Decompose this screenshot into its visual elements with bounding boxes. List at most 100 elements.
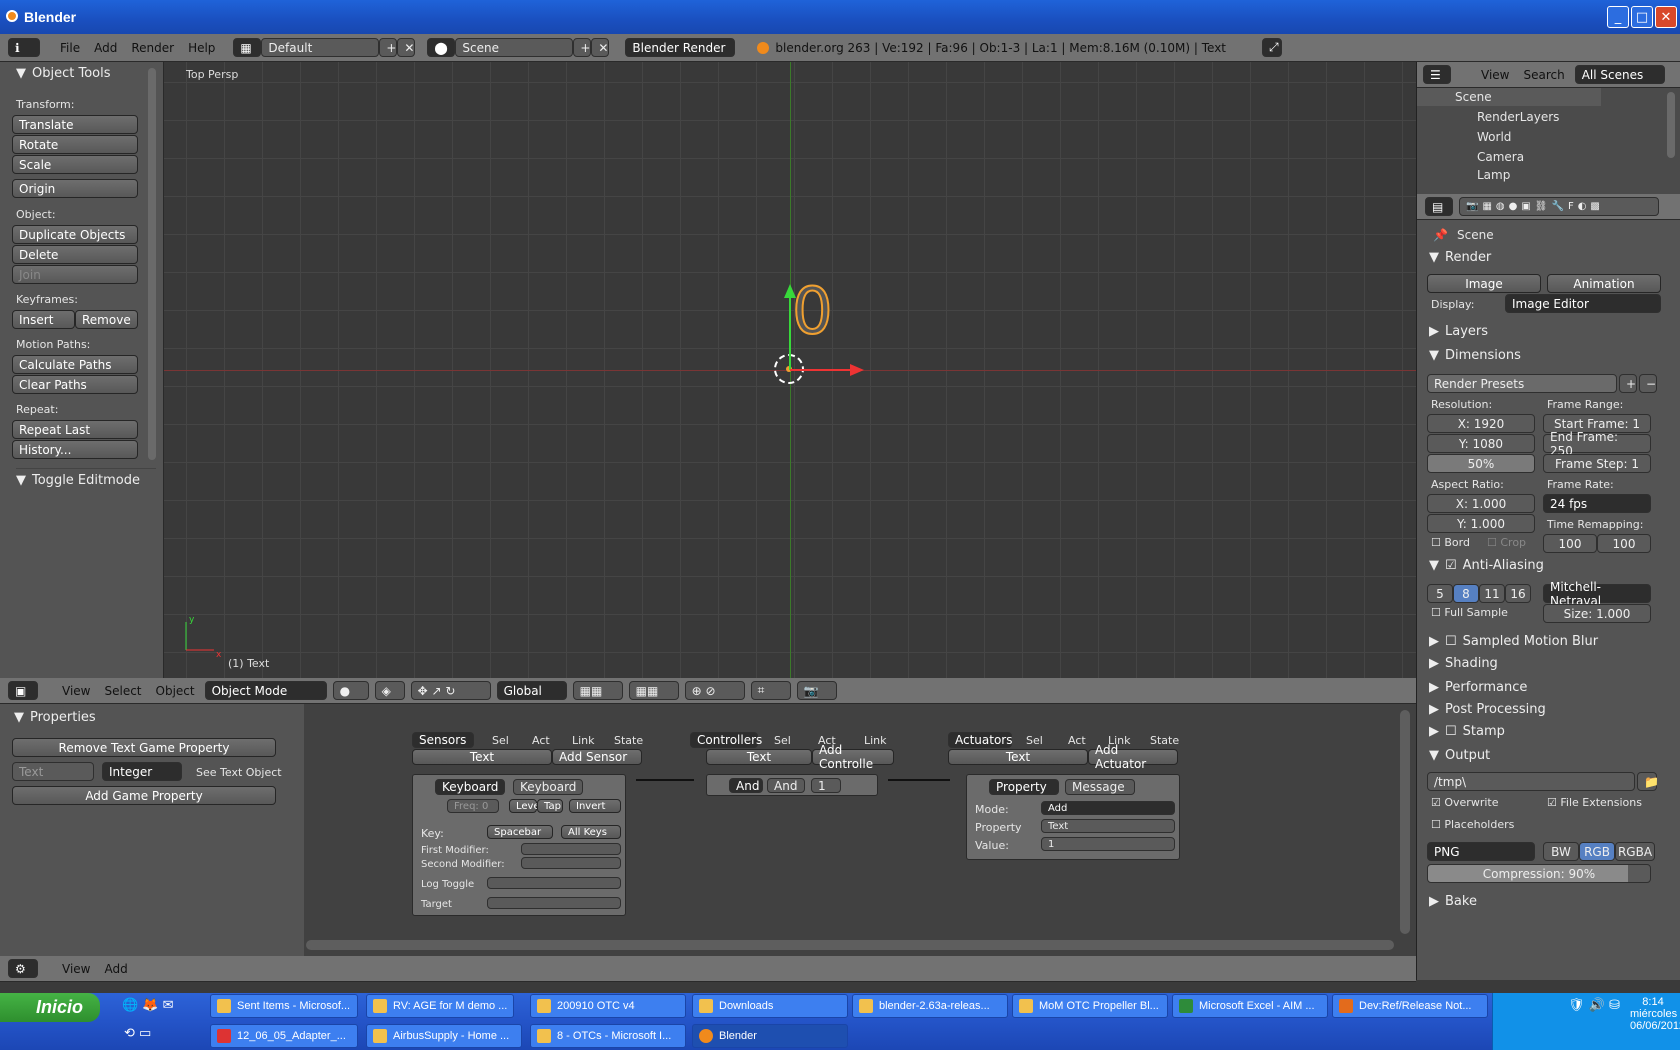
resolution-x-field[interactable]: X: 1920 [1427, 414, 1535, 433]
aa-size-field[interactable]: Size: 1.000 [1543, 604, 1651, 623]
controller-state-field[interactable]: 1 [811, 778, 841, 793]
sensors-sel[interactable]: Sel [492, 734, 509, 747]
menu-add[interactable]: Add [90, 41, 121, 55]
scene-remove-icon[interactable]: ✕ [591, 38, 610, 57]
display-select[interactable]: Image Editor [1505, 294, 1661, 313]
orientation-select[interactable]: Global [496, 681, 567, 700]
actuator-property-field[interactable]: Text [1041, 819, 1175, 833]
layout-icon[interactable]: ▦ [233, 38, 262, 57]
snap-icons[interactable]: ⊕ ⊘ [684, 681, 745, 700]
preset-add-icon[interactable]: + [1619, 374, 1637, 393]
folder-icon[interactable]: 📁 [1637, 772, 1659, 791]
menu-view[interactable]: View [1477, 68, 1513, 82]
viewport-shading-icon[interactable]: ● [332, 681, 369, 700]
task-button-blender[interactable]: Blender [692, 1024, 848, 1048]
context-tabs[interactable]: 📷▦◍●▣⛓🔧F◐▩ [1459, 197, 1659, 216]
menu-help[interactable]: Help [184, 41, 219, 55]
insert-keyframe-button[interactable]: Insert [12, 310, 75, 329]
target-field[interactable] [487, 897, 621, 909]
property-type-select[interactable]: Integer [102, 762, 182, 781]
start-button[interactable]: Inicio [0, 993, 100, 1022]
shading-header[interactable]: ▶ Shading [1429, 656, 1498, 671]
render-animation-button[interactable]: Animation [1547, 274, 1661, 293]
compression-slider[interactable]: Compression: 90% [1427, 864, 1651, 883]
color-rgb-button[interactable]: RGB [1579, 842, 1615, 861]
origin-button[interactable]: Origin [12, 179, 138, 198]
task-button-3[interactable]: 200910 OTC v4 [530, 994, 686, 1018]
frame-rate-select[interactable]: 24 fps [1543, 494, 1651, 513]
repeat-last-button[interactable]: Repeat Last [12, 420, 138, 439]
actuators-sel[interactable]: Sel [1026, 734, 1043, 747]
controllers-menu[interactable]: Controllers [690, 732, 762, 748]
task-button-10[interactable]: AirbusSupply - Home ... [366, 1024, 522, 1048]
output-path-field[interactable]: /tmp\ [1427, 772, 1635, 791]
layers-grid-2[interactable]: ▦▦ [628, 681, 679, 700]
invert-toggle[interactable]: Invert [569, 799, 621, 813]
clock[interactable]: 8:14 miércoles 06/06/2012 [1630, 996, 1680, 1032]
pin-icon[interactable]: 📌 [1433, 228, 1448, 242]
sensors-link[interactable]: Link [572, 734, 595, 747]
scene-icon[interactable]: ⬤ [427, 38, 456, 57]
anti-aliasing-header[interactable]: ▼ ☑ Anti-Aliasing [1429, 558, 1544, 573]
duplicate-objects-button[interactable]: Duplicate Objects [12, 225, 138, 244]
freq-field[interactable]: Freq: 0 [447, 799, 499, 813]
all-keys-toggle[interactable]: All Keys [561, 825, 621, 839]
resolution-percentage-slider[interactable]: 50% [1427, 454, 1535, 473]
menu-render[interactable]: Render [127, 41, 178, 55]
outliner-item-lamp[interactable]: Lamp [1477, 168, 1510, 182]
motion-blur-checkbox[interactable]: ☐ [1445, 634, 1457, 649]
post-processing-header[interactable]: ▶ Post Processing [1429, 702, 1546, 717]
log-toggle-field[interactable] [487, 877, 621, 889]
sensors-act[interactable]: Act [532, 734, 550, 747]
render-presets-select[interactable]: Render Presets [1427, 374, 1617, 393]
frame-step-field[interactable]: Frame Step: 1 [1543, 454, 1651, 473]
task-button-5[interactable]: blender-2.63a-releas... [852, 994, 1008, 1018]
logic-horizontal-scrollbar[interactable] [306, 940, 1394, 950]
delete-button[interactable]: Delete [12, 245, 138, 264]
outliner-item-camera[interactable]: Camera [1477, 150, 1524, 164]
task-button-9[interactable]: 12_06_05_Adapter_... [210, 1024, 358, 1048]
sensors-menu[interactable]: Sensors [412, 732, 474, 748]
translate-button[interactable]: Translate [12, 115, 138, 134]
menu-select[interactable]: Select [100, 684, 145, 698]
proportional-icon[interactable]: ⌗ [750, 681, 791, 700]
overwrite-checkbox[interactable]: ☑ Overwrite [1431, 796, 1498, 809]
layout-add-icon[interactable]: + [379, 38, 398, 57]
outliner-filter-select[interactable]: All Scenes [1574, 65, 1665, 84]
bake-header[interactable]: ▶ Bake [1429, 894, 1477, 909]
aspect-x-field[interactable]: X: 1.000 [1427, 494, 1535, 513]
performance-header[interactable]: ▶ Performance [1429, 680, 1527, 695]
aa-filter-select[interactable]: Mitchell-Netraval [1543, 580, 1651, 608]
border-checkbox[interactable]: ☐ Bord [1431, 536, 1470, 549]
output-header[interactable]: ▼ Output [1429, 748, 1490, 763]
sensor-type-select[interactable]: Keyboard [435, 779, 505, 795]
preset-remove-icon[interactable]: − [1639, 374, 1657, 393]
add-controller-select[interactable]: Add Controlle [812, 743, 894, 771]
anti-aliasing-checkbox[interactable]: ☑ [1445, 558, 1457, 573]
toggle-editmode-header[interactable]: ▼ Toggle Editmode [16, 468, 156, 488]
end-frame-field[interactable]: End Frame: 250 [1543, 430, 1651, 458]
controller-type-select[interactable]: And [729, 778, 763, 793]
remap-new-field[interactable]: 100 [1597, 534, 1651, 553]
mode-select[interactable]: Object Mode [204, 681, 327, 700]
controller-name-field[interactable]: And [767, 778, 805, 793]
render-image-button[interactable]: Image [1427, 274, 1541, 293]
actuators-act[interactable]: Act [1068, 734, 1086, 747]
actuator-mode-select[interactable]: Add [1041, 801, 1175, 815]
clear-paths-button[interactable]: Clear Paths [12, 375, 138, 394]
minimize-button[interactable]: _ [1607, 6, 1629, 28]
render-icons[interactable]: 📷 [796, 681, 837, 700]
layers-grid-1[interactable]: ▦▦ [572, 681, 623, 700]
aa-sample-16[interactable]: 16 [1505, 584, 1531, 603]
render-panel-header[interactable]: ▼ Render [1429, 250, 1491, 265]
file-extensions-checkbox[interactable]: ☑ File Extensions [1547, 796, 1642, 809]
properties-header[interactable]: ▼ Properties [14, 710, 96, 725]
full-sample-checkbox[interactable]: ☐ Full Sample [1431, 606, 1508, 619]
actuator-name-field[interactable]: Message [1065, 779, 1135, 795]
aa-sample-8[interactable]: 8 [1453, 584, 1479, 603]
outliner-item-scene[interactable]: Scene [1455, 90, 1492, 104]
motion-blur-header[interactable]: ▶ ☐ Sampled Motion Blur [1429, 634, 1598, 649]
fullscreen-icon[interactable]: ⤢ [1262, 38, 1282, 57]
rotate-button[interactable]: Rotate [12, 135, 138, 154]
history-button[interactable]: History... [12, 440, 138, 459]
